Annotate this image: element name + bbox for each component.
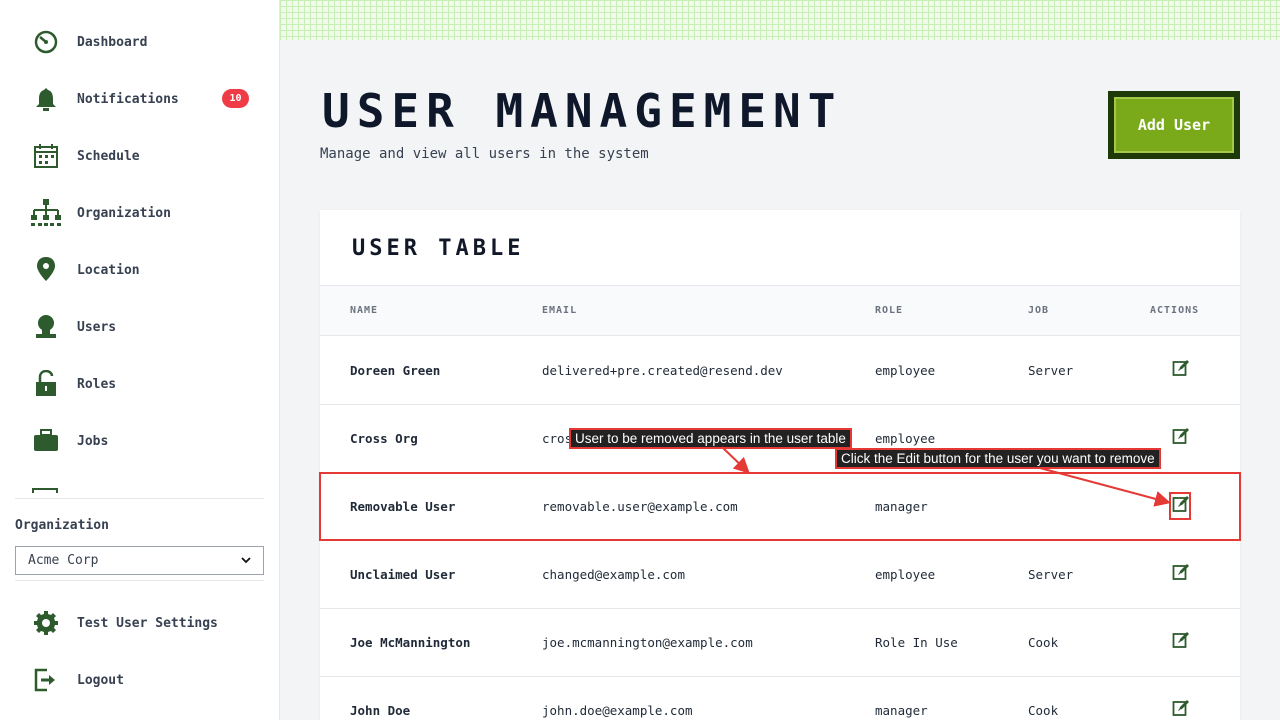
cell-role: manager [875, 703, 928, 718]
edit-icon [1172, 632, 1190, 653]
cell-role: employee [875, 363, 936, 378]
sidebar-divider [15, 580, 264, 581]
briefcase-icon [30, 426, 62, 456]
sidebar-item-label: Logout [77, 672, 124, 688]
cell-email: john.doe@example.com [542, 703, 693, 718]
callout-edit-button: Click the Edit button for the user you w… [835, 448, 1161, 469]
organization-label: Organization [15, 518, 109, 533]
sidebar-item-test-user-settings[interactable]: Test User Settings [30, 608, 218, 638]
notification-count-badge: 10 [222, 89, 249, 108]
edit-icon [1172, 700, 1190, 720]
organization-select-value: Acme Corp [28, 553, 99, 568]
edit-user-button[interactable] [1172, 495, 1190, 513]
table-row: Removable User removable.user@example.com… [320, 473, 1240, 541]
bell-icon [30, 84, 62, 114]
cell-job: Cook [1028, 703, 1059, 718]
cell-role: employee [875, 567, 936, 582]
table-header: NAME EMAIL ROLE JOB ACTIONS [320, 285, 1240, 336]
sidebar-item-label: Dashboard [77, 34, 148, 50]
sidebar-item-label: Roles [77, 376, 117, 392]
sidebar-item-users[interactable]: Users [30, 312, 116, 342]
logout-icon [30, 665, 62, 695]
gear-icon [30, 608, 62, 638]
column-header-name: NAME [350, 305, 379, 316]
table-row: John Doe john.doe@example.com manager Cook [320, 677, 1240, 720]
table-row: Doreen Green delivered+pre.created@resend… [320, 337, 1240, 405]
sidebar-item-roles[interactable]: Roles [30, 369, 116, 399]
sidebar-item-label: Users [77, 319, 117, 335]
sidebar-item-organization[interactable]: Organization [30, 198, 171, 228]
cell-name: Doreen Green [350, 363, 441, 378]
page-subtitle: Manage and view all users in the system [320, 146, 649, 162]
cell-email: joe.mcmannington@example.com [542, 635, 753, 650]
sidebar-item-notifications[interactable]: Notifications [30, 84, 179, 114]
cell-role: manager [875, 499, 928, 514]
edit-icon [1172, 496, 1190, 517]
callout-user-row: User to be removed appears in the user t… [569, 428, 852, 449]
sidebar-item-label: Location [77, 262, 140, 278]
table-row: Joe McMannington joe.mcmannington@example… [320, 609, 1240, 677]
sidebar-item-label: Schedule [77, 148, 140, 164]
sidebar: Dashboard Notifications 10 Schedule Orga… [0, 0, 280, 720]
organization-select[interactable]: Acme Corp [15, 546, 264, 575]
chevron-down-icon [241, 553, 251, 568]
lock-icon [30, 369, 62, 399]
page-title: USER MANAGEMENT [322, 84, 843, 138]
user-icon [30, 312, 62, 342]
cell-email: cros [542, 431, 573, 446]
edit-icon [1172, 428, 1190, 449]
calendar-icon [30, 141, 62, 171]
cell-name: Removable User [350, 499, 456, 514]
partially-hidden-nav-icon [32, 488, 58, 493]
cell-name: John Doe [350, 703, 411, 718]
edit-user-button[interactable] [1172, 427, 1190, 445]
edit-icon [1172, 564, 1190, 585]
table-title: USER TABLE [352, 236, 525, 261]
location-pin-icon [30, 255, 62, 285]
sidebar-divider [15, 498, 264, 499]
cell-name: Joe McMannington [350, 635, 471, 650]
cell-role: Role In Use [875, 635, 958, 650]
sidebar-item-dashboard[interactable]: Dashboard [30, 27, 147, 57]
edit-icon [1172, 360, 1190, 381]
cell-email: removable.user@example.com [542, 499, 738, 514]
column-header-role: ROLE [875, 305, 904, 316]
add-user-button-label: Add User [1114, 97, 1234, 153]
column-header-job: JOB [1028, 305, 1050, 316]
cell-name: Unclaimed User [350, 567, 456, 582]
sidebar-item-logout[interactable]: Logout [30, 665, 124, 695]
org-chart-icon [30, 198, 62, 228]
sidebar-item-schedule[interactable]: Schedule [30, 141, 140, 171]
column-header-actions: ACTIONS [1150, 305, 1200, 316]
sidebar-item-label: Test User Settings [77, 615, 218, 631]
decorative-grid-banner [280, 0, 1280, 40]
cell-email: delivered+pre.created@resend.dev [542, 363, 783, 378]
edit-user-button[interactable] [1172, 359, 1190, 377]
cell-role: employee [875, 431, 936, 446]
edit-user-button[interactable] [1172, 563, 1190, 581]
cell-job: Server [1028, 363, 1074, 378]
column-header-email: EMAIL [542, 305, 578, 316]
sidebar-item-label: Notifications [77, 91, 179, 107]
cell-job: Cook [1028, 635, 1059, 650]
add-user-button[interactable]: Add User [1108, 91, 1240, 159]
edit-user-button[interactable] [1172, 699, 1190, 717]
cell-email: changed@example.com [542, 567, 685, 582]
sidebar-item-jobs[interactable]: Jobs [30, 426, 108, 456]
cell-job: Server [1028, 567, 1074, 582]
sidebar-item-location[interactable]: Location [30, 255, 140, 285]
edit-user-button[interactable] [1172, 631, 1190, 649]
sidebar-item-label: Jobs [77, 433, 109, 449]
sidebar-item-label: Organization [77, 205, 171, 221]
dashboard-icon [30, 27, 62, 57]
cell-name: Cross Org [350, 431, 418, 446]
table-row: Unclaimed User changed@example.com employe… [320, 541, 1240, 609]
